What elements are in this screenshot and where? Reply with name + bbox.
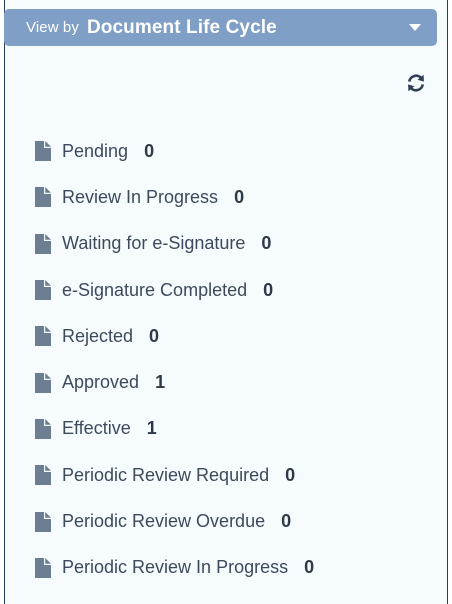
status-label: Periodic Review Overdue — [62, 511, 266, 532]
status-list-item[interactable]: Rejected 0 — [33, 313, 314, 359]
document-icon — [35, 511, 51, 532]
document-icon — [35, 557, 51, 578]
document-icon — [35, 326, 51, 347]
status-label: Periodic Review Required — [62, 464, 270, 485]
status-label: Periodic Review In Progress — [62, 557, 289, 578]
chevron-down-icon[interactable] — [409, 24, 421, 31]
status-list-item[interactable]: Effective 1 — [33, 406, 314, 452]
status-count: 0 — [234, 186, 245, 207]
status-count: 0 — [261, 233, 272, 254]
document-icon — [35, 465, 51, 486]
status-list-item[interactable]: Periodic Review In Progress 0 — [33, 545, 314, 591]
view-by-selected-value: Document Life Cycle — [86, 16, 277, 38]
status-list-item[interactable]: Pending 0 — [33, 128, 314, 174]
status-label: Effective — [62, 418, 131, 439]
lifecycle-status-list: Pending 0 Review In Progress 0 Waiting for e… — [33, 128, 314, 591]
status-count: 0 — [285, 464, 296, 485]
status-list-item[interactable]: Periodic Review Required 0 — [33, 452, 314, 498]
status-list-item[interactable]: Waiting for e-Signature 0 — [33, 221, 314, 267]
status-label: Review In Progress — [62, 186, 219, 207]
status-label: e-Signature Completed — [62, 279, 248, 300]
status-label: Waiting for e-Signature — [62, 233, 246, 254]
status-label: Approved — [62, 372, 140, 393]
status-label: Rejected — [62, 325, 134, 346]
status-list-item[interactable]: Approved 1 — [33, 359, 314, 405]
status-count: 0 — [304, 557, 315, 578]
status-count: 0 — [144, 140, 155, 161]
status-count: 0 — [149, 325, 160, 346]
document-icon — [35, 418, 51, 439]
document-icon — [35, 372, 51, 393]
status-list-item[interactable]: Periodic Review Overdue 0 — [33, 498, 314, 544]
status-list-item[interactable]: Review In Progress 0 — [33, 174, 314, 220]
status-count: 0 — [281, 511, 292, 532]
view-by-dropdown[interactable]: View by Document Life Cycle — [4, 9, 437, 46]
view-by-label: View by — [26, 19, 79, 36]
document-icon — [35, 141, 51, 162]
status-count: 1 — [146, 418, 157, 439]
status-label: Pending — [62, 140, 129, 161]
document-icon — [35, 280, 51, 301]
document-icon — [35, 187, 51, 208]
refresh-icon[interactable] — [406, 73, 426, 93]
document-icon — [35, 233, 51, 254]
status-count: 1 — [155, 372, 166, 393]
status-list-item[interactable]: e-Signature Completed 0 — [33, 267, 314, 313]
status-count: 0 — [263, 279, 274, 300]
